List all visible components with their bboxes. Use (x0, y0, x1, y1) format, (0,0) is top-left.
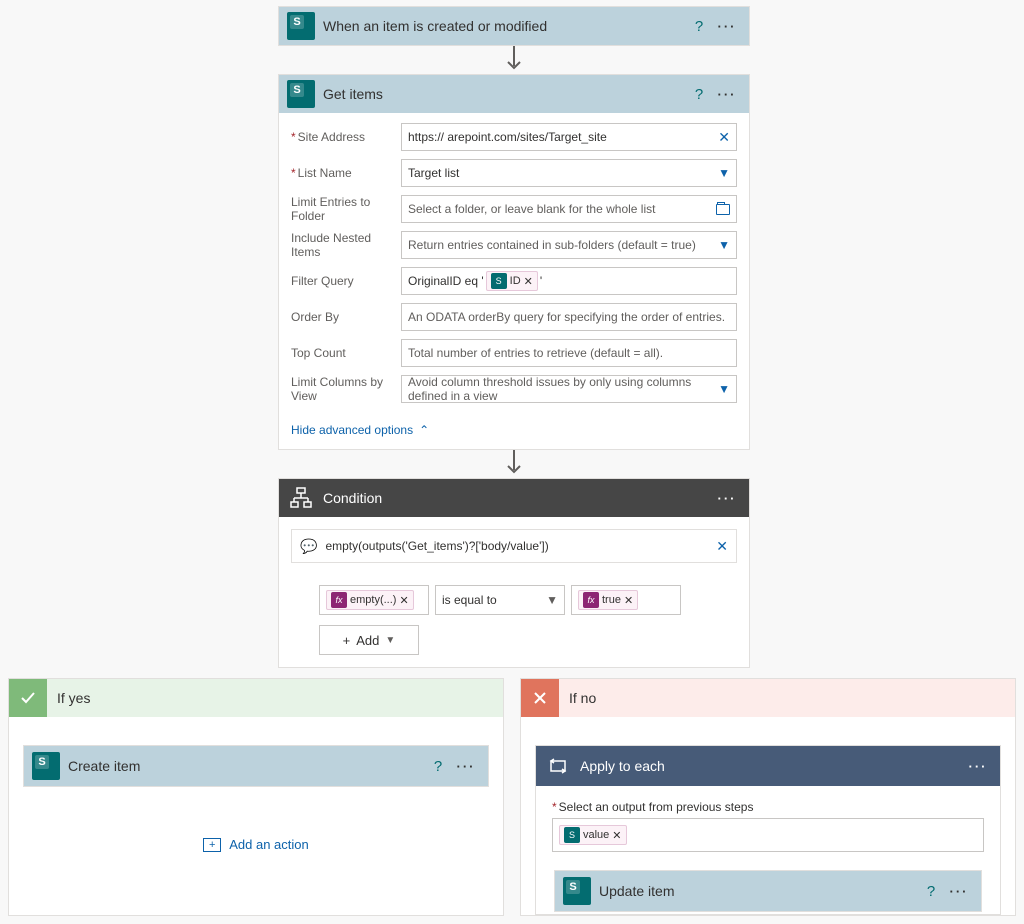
expression-text: empty(outputs('Get_items')?['body/value'… (325, 539, 548, 553)
nested-input[interactable]: Return entries contained in sub-folders … (401, 231, 737, 259)
if-no-branch: If no Apply to each ··· *Select an outpu… (520, 678, 1016, 916)
site-address-input[interactable]: https:// arepoint.com/sites/Target_site … (401, 123, 737, 151)
if-yes-branch: If yes Create item ? ··· + Add an action (8, 678, 504, 916)
condition-card: Condition ··· 💬 empty(outputs('Get_items… (278, 478, 750, 668)
trigger-menu[interactable]: ··· (713, 12, 741, 40)
remove-token-icon[interactable]: ✕ (612, 829, 621, 842)
condition-menu[interactable]: ··· (713, 484, 741, 512)
orderby-input[interactable]: An ODATA orderBy query for specifying th… (401, 303, 737, 331)
flow-arrow (278, 46, 750, 74)
get-items-header[interactable]: Get items ? ··· (279, 75, 749, 113)
topcount-label: Top Count (291, 346, 401, 360)
clear-expression-icon[interactable]: ✕ (716, 538, 728, 555)
create-item-card[interactable]: Create item ? ··· (23, 745, 489, 787)
chevron-down-icon[interactable]: ▼ (718, 238, 730, 252)
help-icon[interactable]: ? (685, 80, 713, 108)
limitcols-input[interactable]: Avoid column threshold issues by only us… (401, 375, 737, 403)
condition-header[interactable]: Condition ··· (279, 479, 749, 517)
update-item-title: Update item (591, 883, 917, 899)
list-name-label: List Name (298, 166, 352, 180)
chevron-down-icon[interactable]: ▼ (718, 166, 730, 180)
help-icon[interactable]: ? (424, 752, 452, 780)
create-item-title: Create item (60, 758, 424, 774)
plus-icon: + (343, 633, 351, 648)
if-yes-header: If yes (9, 679, 503, 717)
fx-token[interactable]: fx true ✕ (578, 590, 638, 610)
trigger-title: When an item is created or modified (315, 18, 685, 34)
apply-title: Apply to each (572, 758, 964, 774)
add-action-icon: + (203, 838, 221, 852)
chevron-down-icon: ▼ (546, 593, 558, 607)
clear-icon[interactable]: ✕ (718, 129, 730, 146)
condition-icon (287, 484, 315, 512)
add-condition-button[interactable]: + Add ▼ (319, 625, 419, 655)
trigger-card[interactable]: When an item is created or modified ? ··… (278, 6, 750, 46)
remove-token-icon[interactable]: ✕ (399, 594, 408, 607)
condition-left[interactable]: fx empty(...) ✕ (319, 585, 429, 615)
nested-label: Include Nested Items (291, 231, 401, 259)
site-address-label: Site Address (298, 130, 365, 144)
sharepoint-icon: S (564, 827, 580, 843)
limit-folder-label: Limit Entries to Folder (291, 195, 401, 223)
id-token[interactable]: S ID ✕ (486, 271, 538, 291)
chevron-down-icon: ▼ (385, 635, 395, 646)
flow-arrow (278, 450, 750, 478)
fx-token[interactable]: fx empty(...) ✕ (326, 590, 414, 610)
get-items-card: Get items ? ··· *Site Address https:// a… (278, 74, 750, 450)
topcount-input[interactable]: Total number of entries to retrieve (def… (401, 339, 737, 367)
if-no-header: If no (521, 679, 1015, 717)
if-no-label: If no (559, 690, 596, 706)
sharepoint-icon (32, 752, 60, 780)
select-output-label: Select an output from previous steps (559, 800, 754, 814)
update-item-menu[interactable]: ··· (945, 877, 973, 905)
sharepoint-icon (287, 12, 315, 40)
help-icon[interactable]: ? (917, 877, 945, 905)
list-name-input[interactable]: Target list ▼ (401, 159, 737, 187)
update-item-card[interactable]: Update item ? ··· (554, 870, 982, 912)
orderby-label: Order By (291, 310, 401, 324)
get-items-menu[interactable]: ··· (713, 80, 741, 108)
expression-bar[interactable]: 💬 empty(outputs('Get_items')?['body/valu… (291, 529, 737, 563)
loop-icon (544, 752, 572, 780)
add-action-button[interactable]: + Add an action (23, 837, 489, 852)
remove-token-icon[interactable]: ✕ (624, 594, 633, 607)
get-items-title: Get items (315, 86, 685, 102)
close-icon (521, 679, 559, 717)
apply-menu[interactable]: ··· (964, 752, 992, 780)
limitcols-label: Limit Columns by View (291, 375, 401, 403)
condition-title: Condition (315, 490, 713, 506)
apply-header[interactable]: Apply to each ··· (536, 746, 1000, 786)
apply-to-each-card: Apply to each ··· *Select an output from… (535, 745, 1001, 915)
filter-label: Filter Query (291, 274, 401, 288)
chevron-up-icon: ⌃ (419, 423, 429, 437)
check-icon (9, 679, 47, 717)
filter-input[interactable]: OriginalID eq ' S ID ✕ ' (401, 267, 737, 295)
chevron-down-icon[interactable]: ▼ (718, 382, 730, 396)
folder-icon[interactable] (716, 204, 730, 215)
remove-token-icon[interactable]: ✕ (524, 275, 533, 288)
condition-operator[interactable]: is equal to ▼ (435, 585, 565, 615)
comment-icon: 💬 (300, 538, 317, 555)
create-item-menu[interactable]: ··· (452, 752, 480, 780)
hide-advanced-toggle[interactable]: Hide advanced options ⌃ (279, 417, 749, 449)
limit-folder-input[interactable]: Select a folder, or leave blank for the … (401, 195, 737, 223)
value-token[interactable]: S value ✕ (559, 825, 627, 845)
help-icon[interactable]: ? (685, 12, 713, 40)
condition-right[interactable]: fx true ✕ (571, 585, 681, 615)
sharepoint-icon (287, 80, 315, 108)
if-yes-label: If yes (47, 690, 90, 706)
select-output-input[interactable]: S value ✕ (552, 818, 984, 852)
fx-icon: fx (583, 592, 599, 608)
sharepoint-icon (563, 877, 591, 905)
sharepoint-icon: S (491, 273, 507, 289)
fx-icon: fx (331, 592, 347, 608)
